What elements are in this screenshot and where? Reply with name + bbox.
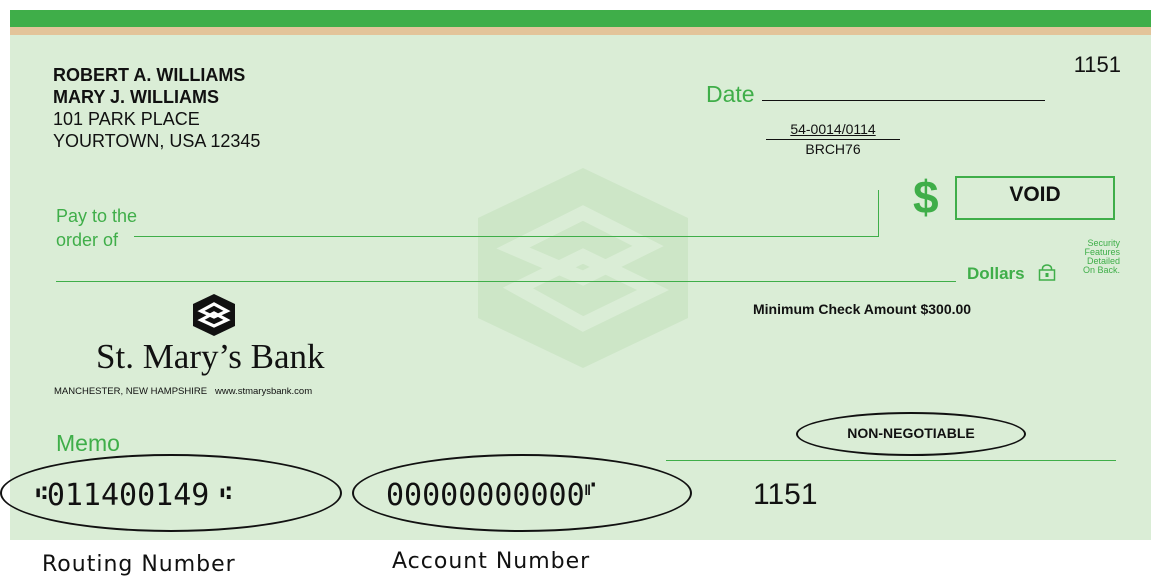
routing-number-ellipse xyxy=(0,454,342,532)
holder-city: YOURTOWN, USA 12345 xyxy=(53,131,261,151)
minimum-amount-text: Minimum Check Amount $300.00 xyxy=(753,301,972,317)
account-number-caption: Account Number xyxy=(392,549,591,574)
date-label: Date xyxy=(706,81,755,107)
bank-name: St. Mary’s Bank xyxy=(96,337,325,376)
check-number-top: 1151 xyxy=(1073,52,1121,77)
top-tan-band xyxy=(10,27,1151,35)
bank-location: MANCHESTER, NEW HAMPSHIRE xyxy=(54,386,208,397)
routing-fraction: 54-0014/0114 BRCH76 xyxy=(766,121,900,157)
bank-logo-icon xyxy=(193,294,235,336)
security-features-note: Security Features Detailed On Back. xyxy=(1082,238,1120,275)
amount-box[interactable]: VOID xyxy=(955,176,1115,220)
fraction-bottom: BRCH76 xyxy=(805,141,861,157)
pay-to-label-2: order of xyxy=(56,230,119,250)
signature-line[interactable] xyxy=(666,460,1116,461)
dollar-sign: $ xyxy=(913,171,939,223)
account-number-ellipse xyxy=(352,454,692,532)
routing-number-caption: Routing Number xyxy=(42,552,236,577)
bank-website[interactable]: www.stmarysbank.com xyxy=(215,386,312,397)
bank-location-line: MANCHESTER, NEW HAMPSHIRE www.stmarysban… xyxy=(54,386,312,397)
fraction-top: 54-0014/0114 xyxy=(766,121,900,140)
holder-name-1: ROBERT A. WILLIAMS xyxy=(53,65,246,85)
date-line[interactable] xyxy=(762,100,1045,101)
top-green-band xyxy=(10,10,1151,27)
pay-to-label-1: Pay to the xyxy=(56,206,138,226)
padlock-icon xyxy=(1038,264,1056,281)
watermark-logo-icon xyxy=(478,168,688,368)
memo-label: Memo xyxy=(56,430,120,456)
amount-divider xyxy=(878,190,879,236)
micr-check-number: 1151 xyxy=(753,478,818,511)
account-holder-block: ROBERT A. WILLIAMS MARY J. WILLIAMS 101 … xyxy=(53,64,260,152)
dollars-label: Dollars xyxy=(967,264,1025,283)
holder-address: 101 PARK PLACE xyxy=(53,109,200,129)
payee-line[interactable] xyxy=(134,236,879,237)
non-negotiable-text: NON-NEGOTIABLE xyxy=(847,425,975,441)
written-amount-line[interactable] xyxy=(56,281,956,282)
holder-name-2: MARY J. WILLIAMS xyxy=(53,87,219,107)
